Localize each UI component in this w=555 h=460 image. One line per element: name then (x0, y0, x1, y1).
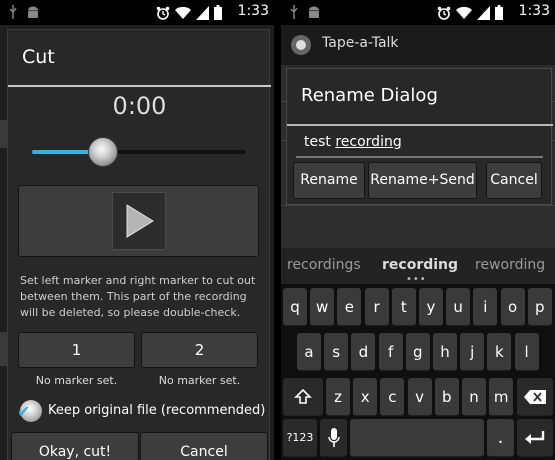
key-y[interactable]: y (419, 288, 443, 326)
key-i[interactable]: i (473, 288, 498, 326)
key-l[interactable]: l (514, 333, 539, 371)
rename-button[interactable]: Rename (293, 162, 365, 199)
suggestion-item[interactable]: recording (382, 257, 458, 273)
title-divider (287, 124, 553, 126)
tape-icon[interactable] (291, 35, 311, 55)
position-slider-thumb[interactable] (87, 137, 118, 167)
status-bar: 1:33 (281, 0, 555, 25)
cut-screen: 1:33 Cut 0:00 Set left marker and right … (0, 0, 274, 460)
enter-icon (525, 431, 545, 444)
key-x[interactable]: x (353, 378, 378, 416)
key-a[interactable]: a (297, 333, 321, 371)
wifi-icon (456, 6, 472, 19)
left-marker-button[interactable]: 1 (18, 332, 135, 368)
rename-input-text: test recording (304, 134, 402, 150)
space-key[interactable] (350, 419, 484, 457)
battery-icon (495, 5, 503, 20)
cancel-button[interactable]: Cancel (486, 162, 542, 199)
wifi-icon (175, 6, 191, 19)
key-e[interactable]: e (337, 288, 362, 326)
key-q[interactable]: q (283, 288, 307, 326)
screen-divider (274, 0, 281, 460)
key-m[interactable]: m (489, 378, 514, 416)
background-strip (0, 332, 7, 366)
signal-icon (477, 5, 490, 20)
suggestion-item[interactable]: recordings (287, 257, 361, 273)
key-t[interactable]: t (391, 288, 416, 326)
backspace-icon (524, 390, 546, 404)
key-c[interactable]: c (380, 378, 405, 416)
key-k[interactable]: k (487, 333, 512, 371)
rename-send-button[interactable]: Rename+Send (368, 162, 477, 199)
rename-input[interactable]: test recording (296, 132, 543, 158)
android-icon (28, 6, 38, 18)
status-bar: 1:33 (0, 0, 274, 25)
soft-keyboard: ?123 . qwertyuiop asdfghjkl zxcvbnm (281, 284, 555, 460)
period-key[interactable]: . (487, 419, 514, 457)
status-time: 1:33 (518, 3, 550, 19)
key-w[interactable]: w (310, 288, 335, 326)
suggestion-item[interactable]: rewording (475, 257, 545, 273)
keep-original-checkbox-row[interactable]: ✔ Keep original file (recommended) (17, 400, 270, 424)
right-marker-button[interactable]: 2 (141, 332, 258, 368)
right-marker-status: No marker set. (158, 374, 241, 387)
shift-icon (294, 388, 312, 404)
microphone-icon (327, 428, 340, 447)
key-n[interactable]: n (462, 378, 486, 416)
key-d[interactable]: d (351, 333, 376, 371)
rename-screen: 1:33 Tape-a-Talk Rename Dialog test reco… (281, 0, 555, 460)
key-p[interactable]: p (527, 288, 552, 326)
background-strip (0, 120, 7, 148)
cancel-button[interactable]: Cancel (140, 432, 268, 460)
battery-icon (214, 5, 222, 20)
alarm-icon (156, 6, 170, 20)
key-o[interactable]: o (500, 288, 525, 326)
status-time: 1:33 (237, 3, 269, 19)
key-u[interactable]: u (446, 288, 471, 326)
play-button-face (112, 192, 166, 250)
suggestion-strip: recordings recording rewording ••• (281, 248, 555, 285)
play-icon (126, 204, 154, 238)
play-button[interactable] (18, 185, 259, 257)
dialog-title: Cut (22, 46, 55, 68)
signal-icon (196, 5, 209, 20)
key-f[interactable]: f (378, 333, 403, 371)
key-z[interactable]: z (326, 378, 350, 416)
cut-description: Set left marker and right marker to cut … (20, 274, 256, 319)
usb-icon (290, 5, 298, 19)
key-r[interactable]: r (364, 288, 389, 326)
cut-dialog: Cut 0:00 Set left marker and right marke… (7, 29, 271, 460)
enter-key[interactable] (517, 419, 553, 457)
voice-input-key[interactable] (320, 419, 347, 457)
backspace-key[interactable] (517, 378, 553, 416)
okay-cut-button[interactable]: Okay, cut! (11, 432, 139, 460)
key-s[interactable]: s (324, 333, 349, 371)
dialog-title: Rename Dialog (301, 85, 438, 106)
usb-icon (9, 5, 17, 19)
app-title: Tape-a-Talk (322, 35, 399, 51)
checkmark-icon: ✔ (17, 402, 31, 421)
shift-key[interactable] (283, 378, 323, 416)
title-divider (8, 85, 271, 87)
keep-original-label: Keep original file (recommended) (48, 403, 266, 418)
key-j[interactable]: j (460, 333, 485, 371)
time-display: 0:00 (112, 92, 167, 120)
android-icon (309, 6, 319, 18)
left-marker-status: No marker set. (35, 374, 118, 387)
key-h[interactable]: h (433, 333, 457, 371)
alarm-icon (437, 6, 451, 20)
action-bar: Tape-a-Talk (281, 25, 555, 65)
rename-dialog: Rename Dialog test recording Rename Rena… (286, 68, 553, 205)
key-v[interactable]: v (407, 378, 432, 416)
key-g[interactable]: g (405, 333, 430, 371)
numbers-key[interactable]: ?123 (283, 419, 317, 457)
key-b[interactable]: b (434, 378, 459, 416)
